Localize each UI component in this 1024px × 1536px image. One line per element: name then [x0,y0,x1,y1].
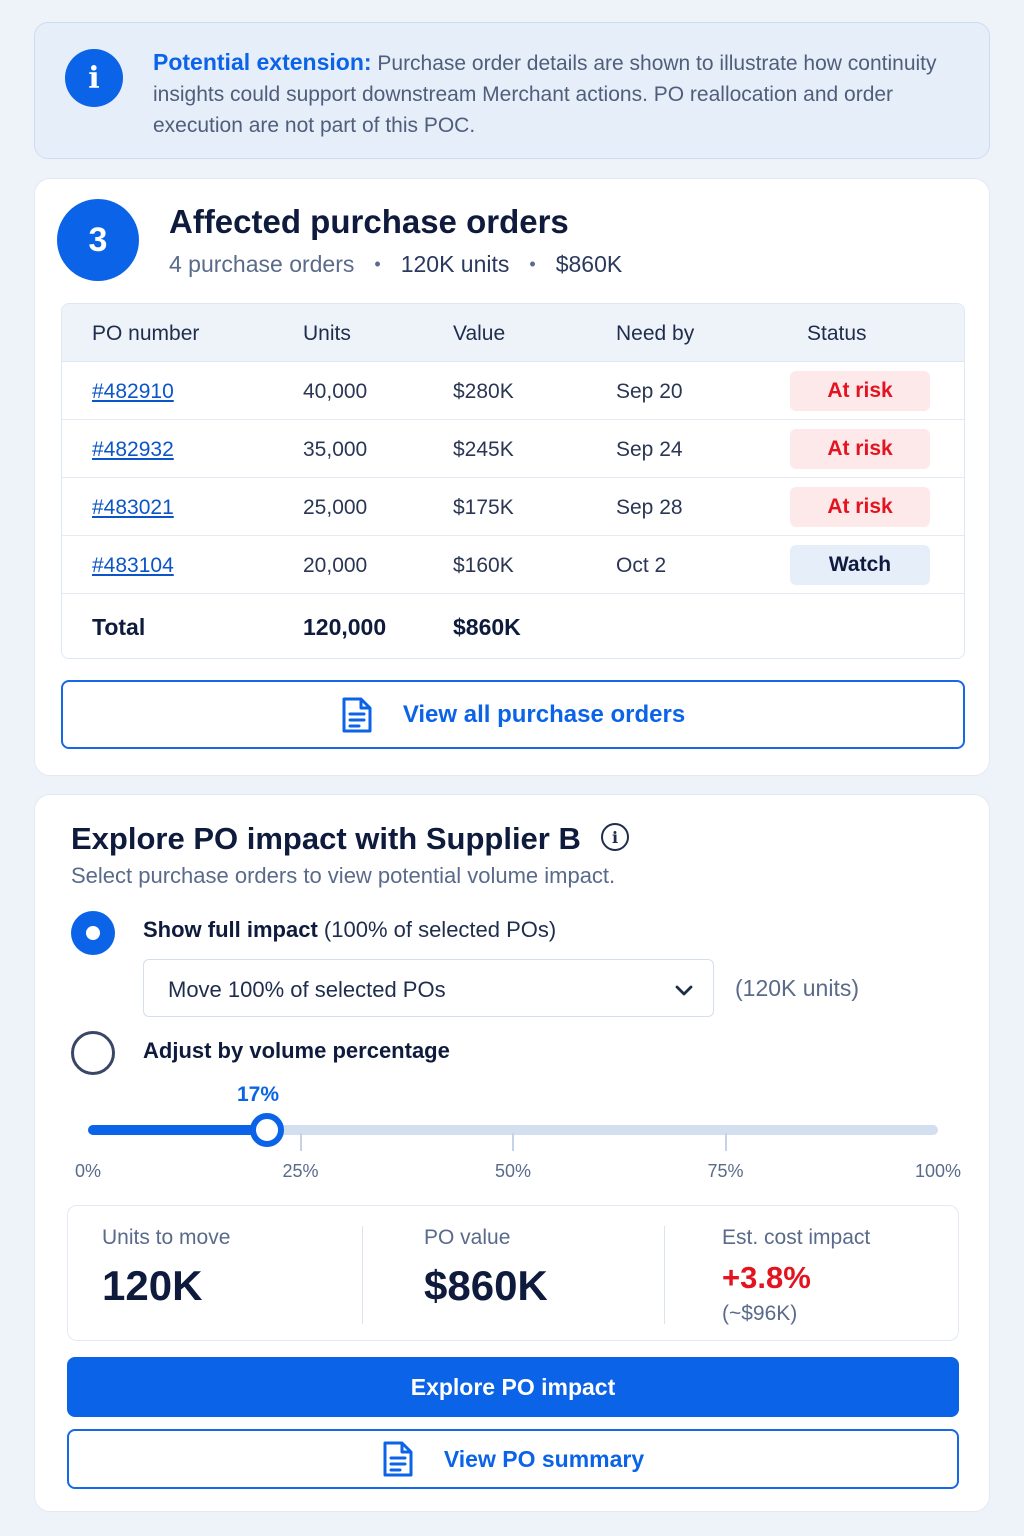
full-impact-radio[interactable] [71,911,115,955]
po-number-link[interactable]: #483104 [92,554,174,578]
info-icon[interactable]: i [601,823,629,851]
po-units: 25,000 [303,496,368,519]
slider-tick-label: 50% [494,1161,532,1181]
slider-tick-label: 75% [707,1161,744,1181]
po-units: 40,000 [303,380,368,403]
po-units: 35,000 [303,438,368,461]
step-badge: 3 [57,199,139,281]
metric-po-amount: $860K [424,1262,548,1309]
po-table: PO number Units Value Need by Status #48… [61,303,965,659]
view-all-orders-button[interactable]: View all purchase orders [61,680,965,749]
po-units: 20,000 [303,554,368,577]
view-all-label: View all purchase orders [402,700,686,728]
metric-divider [664,1226,665,1324]
po-value: $175K [453,496,514,519]
table-header: PO number Units Value Need by Status [62,304,964,362]
full-impact-label-bold: Show full impact [143,917,318,942]
metric-divider [362,1226,363,1324]
total-label: Total [92,614,146,640]
slider-tick-label: 100% [914,1161,962,1181]
status-badge: At risk [790,487,930,527]
po-number-link[interactable]: #483021 [92,496,174,520]
table-row[interactable]: #482910 40,000 $280K Sep 20 At risk [62,362,964,420]
slider-tick [512,1133,514,1151]
view-po-summary-button[interactable]: View PO summary [67,1429,959,1489]
slider-tick-label: 25% [282,1161,319,1181]
document-icon [383,1441,413,1477]
po-need-by: Oct 2 [616,554,667,577]
explore-impact-card: Explore PO impact with Supplier B i Sele… [34,794,990,1512]
po-need-by: Sep 20 [616,380,683,403]
slider-tick [724,1133,727,1151]
move-percentage-select[interactable]: Move 100% of selected POs [143,959,714,1017]
banner-title: Potential extension: [153,49,372,75]
summary-value: $860K [555,251,623,277]
adjust-volume-radio[interactable] [71,1031,115,1075]
info-icon: i [65,49,123,107]
column-header-need-by[interactable]: Need by [616,322,694,346]
adjust-volume-label[interactable]: Adjust by volume percentage [143,1038,450,1064]
explore-subtitle: Select purchase orders to view potential… [71,863,616,888]
po-need-by: Sep 28 [616,496,683,519]
separator-dot: • [374,254,381,274]
info-banner: i Potential extension: Purchase order de… [34,22,990,159]
table-row[interactable]: #483104 20,000 $160K Oct 2 Watch [62,536,964,594]
po-number-link[interactable]: #482910 [92,380,174,404]
full-impact-label[interactable]: Show full impact (100% of selected POs) [143,917,556,943]
summary-units: 120K units [400,251,510,277]
select-units-note: (120K units) [735,975,860,1001]
orders-summary: 4 purchase orders • 120K units • $860K [169,251,622,278]
column-header-value[interactable]: Value [453,322,505,346]
total-units: 120,000 [303,614,387,640]
po-value: $245K [453,438,514,461]
metric-units-label: Units to move [102,1226,231,1249]
explore-title: Explore PO impact with Supplier B [71,821,581,856]
view-summary-label: View PO summary [443,1445,645,1472]
status-badge: Watch [790,545,930,585]
total-value: $860K [453,614,521,640]
slider-tick [299,1133,302,1151]
column-header-po[interactable]: PO number [92,322,199,346]
po-need-by: Sep 24 [616,438,683,461]
status-badge: At risk [790,371,930,411]
affected-orders-card: 3 Affected purchase orders 4 purchase or… [34,178,990,776]
banner-text: Potential extension: Purchase order deta… [153,47,963,141]
slider-tick-label: 0% [74,1161,102,1181]
table-row[interactable]: #483021 25,000 $175K Sep 28 At risk [62,478,964,536]
metric-units-value: 120K [102,1262,203,1309]
po-value: $160K [453,554,514,577]
po-value: $280K [453,380,514,403]
slider-thumb[interactable] [250,1113,284,1147]
po-number-link[interactable]: #482932 [92,438,174,462]
chevron-down-icon [675,985,693,996]
metric-po-label: PO value [424,1226,511,1249]
separator-dot: • [529,254,536,274]
section-title: Affected purchase orders [169,203,569,240]
slider-value-label: 17% [237,1083,280,1106]
table-row[interactable]: #482932 35,000 $245K Sep 24 At risk [62,420,964,478]
document-icon [342,697,372,732]
status-badge: At risk [790,429,930,469]
metric-cost-note: (~$96K) [722,1302,798,1325]
full-impact-label-rest: (100% of selected POs) [317,917,557,942]
select-value: Move 100% of selected POs [168,977,446,1002]
slider-fill [88,1125,267,1135]
column-header-units[interactable]: Units [303,322,351,346]
impact-metrics: Units to move 120K PO value $860K Est. c… [67,1205,959,1341]
summary-count: 4 purchase orders [169,251,355,277]
explore-po-impact-button[interactable]: Explore PO impact [67,1357,959,1417]
table-total-row: Total 120,000 $860K [62,594,964,656]
column-header-status[interactable]: Status [807,322,867,346]
metric-cost-label: Est. cost impact [722,1226,871,1249]
metric-cost-value: +3.8% [722,1260,811,1295]
